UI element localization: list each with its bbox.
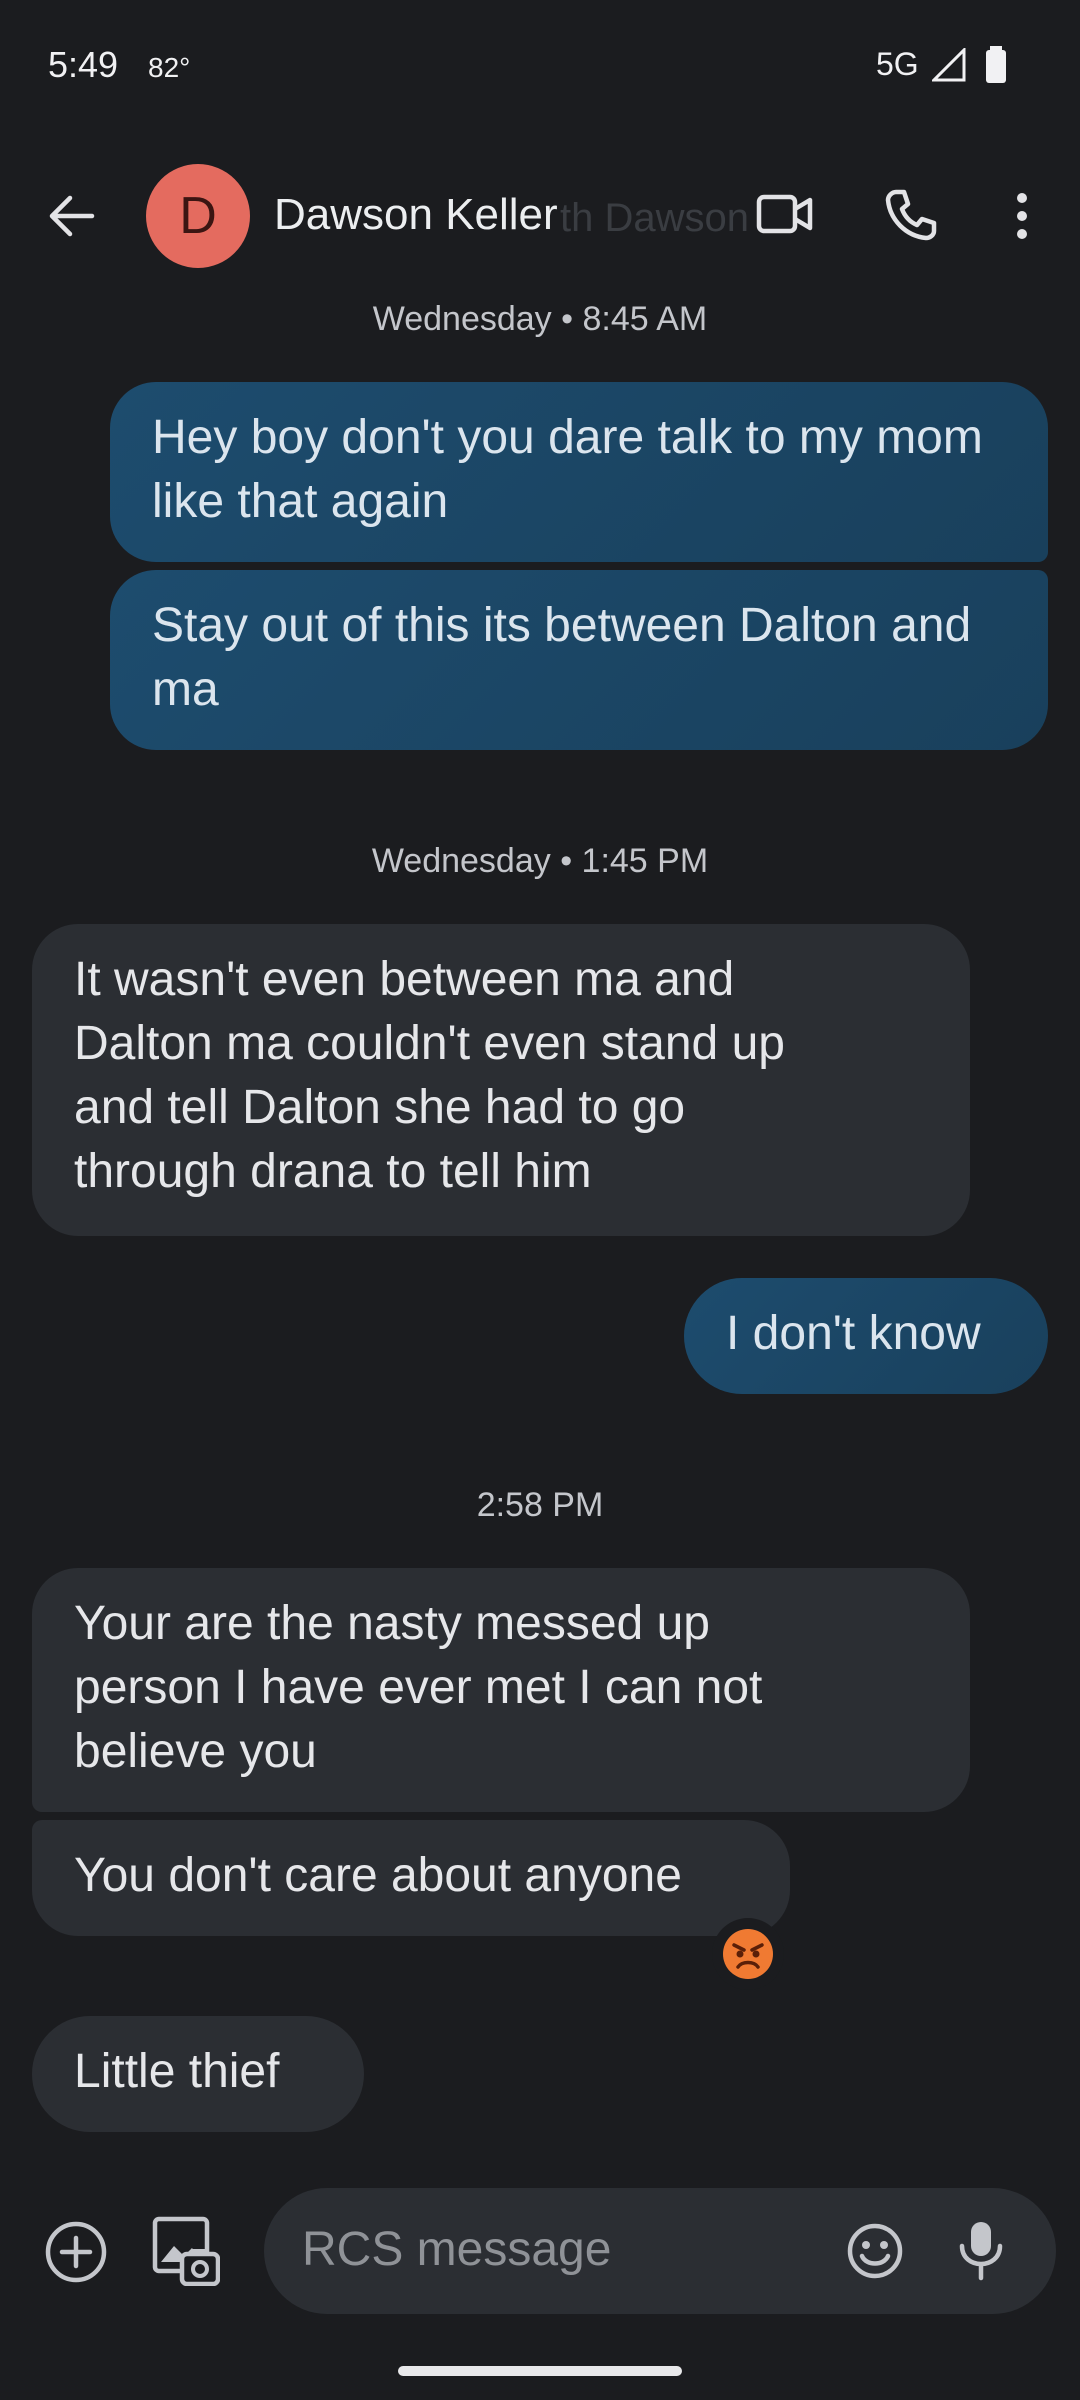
- battery-icon: [984, 46, 1008, 84]
- back-arrow-icon[interactable]: [46, 190, 98, 242]
- background-ghost-text: th Dawson: [560, 196, 749, 240]
- contact-name[interactable]: Dawson Keller: [274, 190, 558, 240]
- incoming-message[interactable]: Little thief: [32, 2016, 364, 2132]
- incoming-message[interactable]: It wasn't even between ma and Dalton ma …: [32, 924, 970, 1236]
- gallery-icon[interactable]: [152, 2216, 220, 2286]
- message-input-placeholder: RCS message: [302, 2223, 612, 2276]
- more-vert-icon[interactable]: [1012, 190, 1032, 242]
- timestamp: 2:58 PM: [476, 1486, 604, 1524]
- home-indicator[interactable]: [398, 2366, 682, 2376]
- outgoing-message[interactable]: Stay out of this its between Dalton and …: [110, 570, 1048, 750]
- timestamp: Wednesday • 8:45 AM: [372, 300, 708, 338]
- emoji-icon[interactable]: [846, 2222, 904, 2280]
- outgoing-message[interactable]: Hey boy don't you dare talk to my mom li…: [110, 382, 1048, 562]
- signal-icon: [932, 48, 966, 82]
- contact-avatar[interactable]: D: [146, 164, 250, 268]
- outgoing-message[interactable]: I don't know: [684, 1278, 1048, 1394]
- reaction-badge[interactable]: [712, 1918, 784, 1990]
- network-type: 5G: [876, 46, 919, 82]
- video-camera-icon[interactable]: [756, 190, 814, 238]
- phone-icon[interactable]: [884, 188, 938, 242]
- incoming-message[interactable]: Your are the nasty messed up person I ha…: [32, 1568, 970, 1812]
- status-time: 5:49: [48, 44, 119, 85]
- mic-icon[interactable]: [956, 2218, 1006, 2282]
- status-temperature: 82°: [148, 52, 191, 83]
- incoming-message[interactable]: You don't care about anyone: [32, 1820, 790, 1936]
- timestamp: Wednesday • 1:45 PM: [371, 842, 709, 880]
- angry-emoji-icon: [723, 1929, 773, 1979]
- add-circle-icon[interactable]: [44, 2220, 108, 2284]
